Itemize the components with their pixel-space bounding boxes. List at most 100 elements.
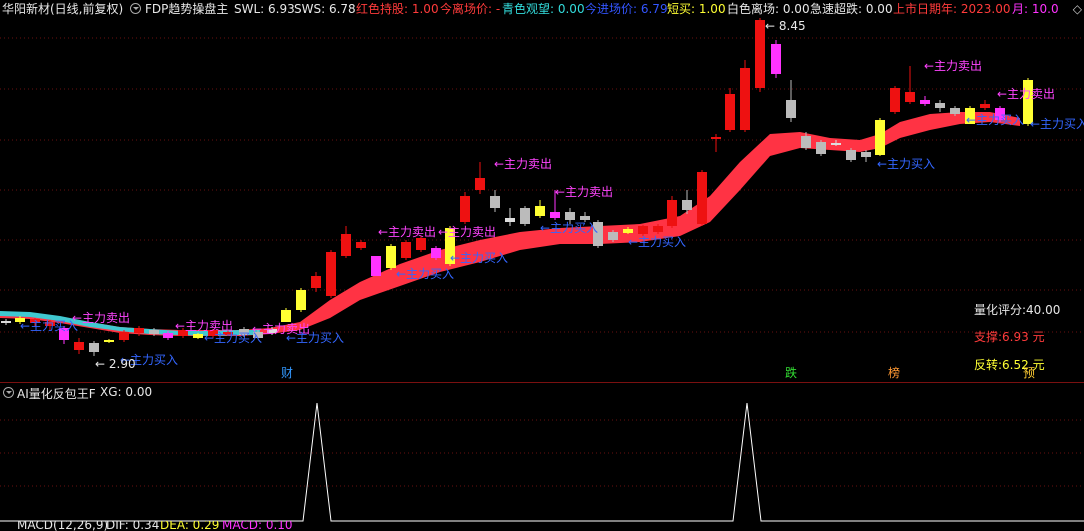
candle-body xyxy=(104,340,114,342)
candle-body xyxy=(341,234,351,256)
header-value-listing-year: 上市日期年: 2023.00 xyxy=(893,2,1011,16)
buy-annotation: ←主力买入 xyxy=(628,235,686,249)
candle xyxy=(697,170,707,226)
candle-body xyxy=(281,310,291,322)
candle xyxy=(311,272,321,292)
candle xyxy=(711,134,721,152)
candle-body xyxy=(861,152,871,157)
candle-body xyxy=(697,172,707,224)
candle-body xyxy=(520,208,530,224)
sell-annotation: ←主力卖出 xyxy=(438,225,496,239)
candle xyxy=(74,338,84,354)
candles xyxy=(1,18,1033,356)
candle-body xyxy=(623,229,633,233)
candle-body xyxy=(326,252,336,296)
chart-title[interactable]: 华阳新材(日线,前复权) xyxy=(2,2,123,16)
candle xyxy=(890,86,900,114)
candle xyxy=(281,308,291,322)
candle-body xyxy=(371,256,381,276)
candle-body xyxy=(920,100,930,104)
signal-chart[interactable] xyxy=(0,398,1084,522)
sell-annotation: ←主力卖出 xyxy=(555,185,613,199)
candle xyxy=(505,208,515,226)
candle xyxy=(371,256,381,276)
candle xyxy=(1,319,11,325)
buy-annotation: ←主力买入 xyxy=(20,319,78,333)
candle xyxy=(755,18,765,92)
candle-body xyxy=(356,242,366,248)
buy-annotation: ←主力买入 xyxy=(540,221,598,235)
marker-forecast[interactable]: 预 xyxy=(1022,366,1036,380)
header-value-sws: SWS: 6.78 xyxy=(294,2,356,16)
candle-body xyxy=(386,246,396,268)
candle-body xyxy=(149,330,159,334)
indicator-settings-icon[interactable] xyxy=(130,3,141,14)
sub-chart-xg: XG: 0.00 xyxy=(100,385,153,399)
candle xyxy=(935,100,945,112)
sub-indicator-settings-icon[interactable] xyxy=(3,387,14,398)
candle-body xyxy=(193,334,203,338)
candle xyxy=(846,148,856,162)
header-value-swl: SWL: 6.93 xyxy=(234,2,295,16)
candle-body xyxy=(431,248,441,258)
buy-annotation: ←主力买入 xyxy=(204,331,262,345)
candle-body xyxy=(801,136,811,148)
candle-body xyxy=(490,196,500,208)
candle xyxy=(341,226,351,258)
buy-annotation: ←主力买入 xyxy=(450,251,508,265)
candle-body xyxy=(755,20,765,88)
candle-body xyxy=(950,108,960,114)
candle-body xyxy=(1,321,11,323)
candle-body xyxy=(771,44,781,74)
header-collapse-icon[interactable]: ◇ xyxy=(1062,2,1082,16)
candle-body xyxy=(475,178,485,190)
main-candlestick-chart[interactable]: ←主力卖出←主力卖出 ←主力卖出←主力卖出 ←主力卖出←主力卖出←主力卖出←主力卖出… xyxy=(0,18,1084,382)
buy-annotation: ←主力买入 xyxy=(877,157,935,171)
support-label: 支撑:6.93 元 xyxy=(974,330,1045,344)
candle xyxy=(771,40,781,78)
header-value-short-buy: 短买: 1.00 xyxy=(667,2,726,16)
candle-body xyxy=(565,212,575,220)
candle-body xyxy=(875,120,885,155)
candle xyxy=(490,190,500,212)
chart-header: 华阳新材(日线,前复权) FDP趋势操盘主 SWL: 6.93 SWS: 6.7… xyxy=(0,0,1084,18)
header-value-month: 月: 10.0 xyxy=(1012,2,1059,16)
candle-body xyxy=(725,94,735,130)
candle-body xyxy=(89,343,99,352)
candle xyxy=(861,150,871,162)
macd-dif: DIF: 0.34 xyxy=(106,521,160,531)
sell-annotation: ←主力卖出 xyxy=(997,87,1055,101)
marker-rank[interactable]: 榜 xyxy=(887,366,901,380)
header-value-red-hold: 红色持股: 1.00 xyxy=(356,2,439,16)
candle xyxy=(460,192,470,224)
candle xyxy=(816,140,826,156)
marker-drop[interactable]: 跌 xyxy=(784,366,798,380)
candle xyxy=(386,244,396,270)
candle-body xyxy=(653,226,663,232)
header-value-rapid-drop: 急速超跌: 0.00 xyxy=(810,2,893,16)
candle-body xyxy=(401,242,411,258)
pane-divider[interactable] xyxy=(0,382,1084,383)
indicator-name[interactable]: FDP趋势操盘主 xyxy=(145,2,228,16)
candle xyxy=(520,206,530,226)
candle-body xyxy=(638,226,648,234)
marker-finance[interactable]: 财 xyxy=(280,366,294,380)
candle xyxy=(89,341,99,356)
candle xyxy=(431,246,441,260)
buy-annotation: ←主力买入 xyxy=(1030,117,1084,131)
candle xyxy=(401,240,411,260)
candle-body xyxy=(935,103,945,108)
macd-name[interactable]: MACD(12,26,9) xyxy=(17,521,108,531)
candle xyxy=(296,288,306,312)
candle xyxy=(905,66,915,104)
sub-grid-lines xyxy=(0,419,1084,487)
candle xyxy=(786,80,796,122)
sell-annotation: ←主力卖出 xyxy=(494,157,552,171)
macd-dea: DEA: 0.29 xyxy=(160,521,220,531)
header-value-exit-price: 今离场价: - xyxy=(440,2,501,16)
candle-body xyxy=(311,276,321,288)
candle-body xyxy=(134,328,144,333)
score-label: 量化评分:40.00 xyxy=(974,303,1061,317)
header-value-entry-price: 今进场价: 6.79 xyxy=(585,2,668,16)
high-price-label: ← 8.45 xyxy=(765,19,806,33)
